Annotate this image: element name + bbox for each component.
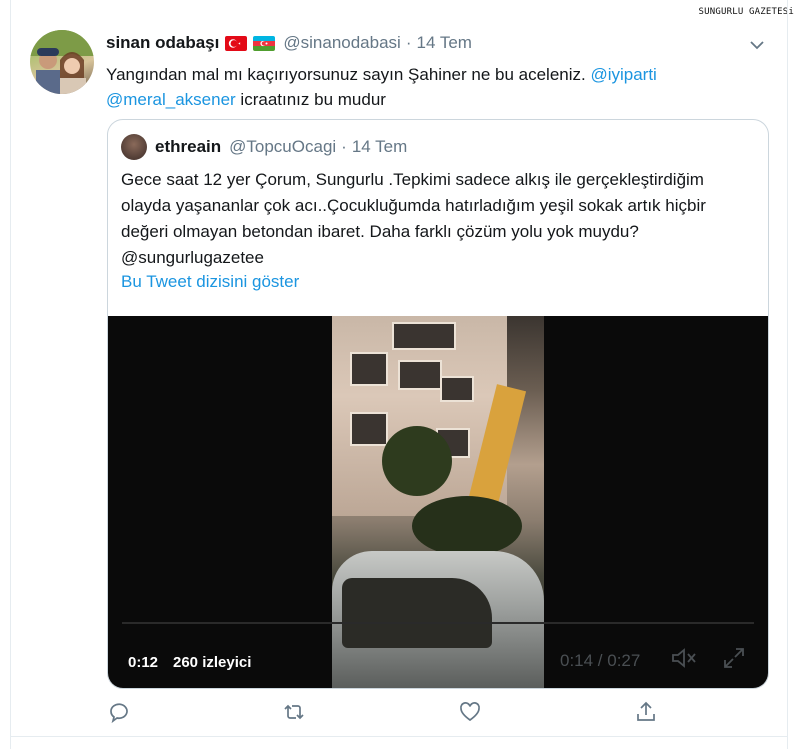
speaker-muted-icon[interactable] xyxy=(670,646,698,670)
mention-link[interactable]: @iyiparti xyxy=(590,65,656,84)
share-icon[interactable] xyxy=(634,700,658,724)
tweet-timestamp[interactable]: 14 Tem xyxy=(417,33,472,53)
heart-icon[interactable] xyxy=(458,700,482,724)
reply-icon[interactable] xyxy=(107,700,131,724)
video-player[interactable]: 0:12 260 izleyici 0:14 / 0:27 xyxy=(108,316,768,688)
show-thread-link[interactable]: Bu Tweet dizisini göster xyxy=(121,272,299,292)
video-elapsed-time: 0:12 xyxy=(128,654,159,671)
watermark: SUNGURLU GAZETESi xyxy=(698,7,794,17)
video-car-window xyxy=(342,578,492,648)
video-duration: 0:14 / 0:27 xyxy=(560,651,641,670)
video-view-count: 260 izleyici xyxy=(173,654,252,671)
fullscreen-icon[interactable] xyxy=(722,646,746,670)
author-handle[interactable]: @sinanodabasi xyxy=(283,33,400,53)
tweet-text: Yangından mal mı kaçırıyorsunuz sayın Şa… xyxy=(106,62,756,112)
separator-dot: · xyxy=(341,137,347,156)
quoted-author-avatar[interactable] xyxy=(121,134,147,160)
tweet-text-part1: Yangından mal mı kaçırıyorsunuz sayın Şa… xyxy=(106,65,591,84)
video-tree xyxy=(382,426,452,496)
video-frame xyxy=(332,316,544,688)
author-avatar[interactable] xyxy=(30,30,94,94)
author-name[interactable]: sinan odabaşı xyxy=(106,33,219,53)
tweet-text-part2: icraatınız bu mudur xyxy=(235,90,386,109)
separator-dot: · xyxy=(405,33,412,52)
quoted-tweet-text: Gece saat 12 yer Çorum, Sungurlu .Tepkim… xyxy=(121,170,706,267)
video-progress-bar[interactable] xyxy=(122,622,754,624)
azerbaijan-flag-icon xyxy=(253,35,276,51)
chevron-down-icon[interactable] xyxy=(748,36,766,54)
retweet-icon[interactable] xyxy=(282,700,306,724)
tweet-actions-bar xyxy=(0,700,800,728)
quoted-author-name[interactable]: ethreain xyxy=(155,137,221,157)
turkey-flag-icon xyxy=(225,35,248,51)
mention-link[interactable]: @meral_aksener xyxy=(106,90,236,109)
column-border-left xyxy=(10,0,11,749)
column-border-right xyxy=(787,0,788,749)
quoted-author-handle[interactable]: @TopcuOcagi xyxy=(229,137,336,157)
video-bushes xyxy=(412,496,522,556)
quoted-tweet-timestamp[interactable]: 14 Tem xyxy=(352,137,407,157)
quoted-tweet-header: ethreain @TopcuOcagi · 14 Tem xyxy=(121,134,407,160)
quoted-tweet-card[interactable]: ethreain @TopcuOcagi · 14 Tem Gece saat … xyxy=(107,119,769,689)
tweet-header: sinan odabaşı @sinanodabasi · 14 Tem xyxy=(106,33,472,53)
tweet-bottom-divider xyxy=(10,736,787,737)
